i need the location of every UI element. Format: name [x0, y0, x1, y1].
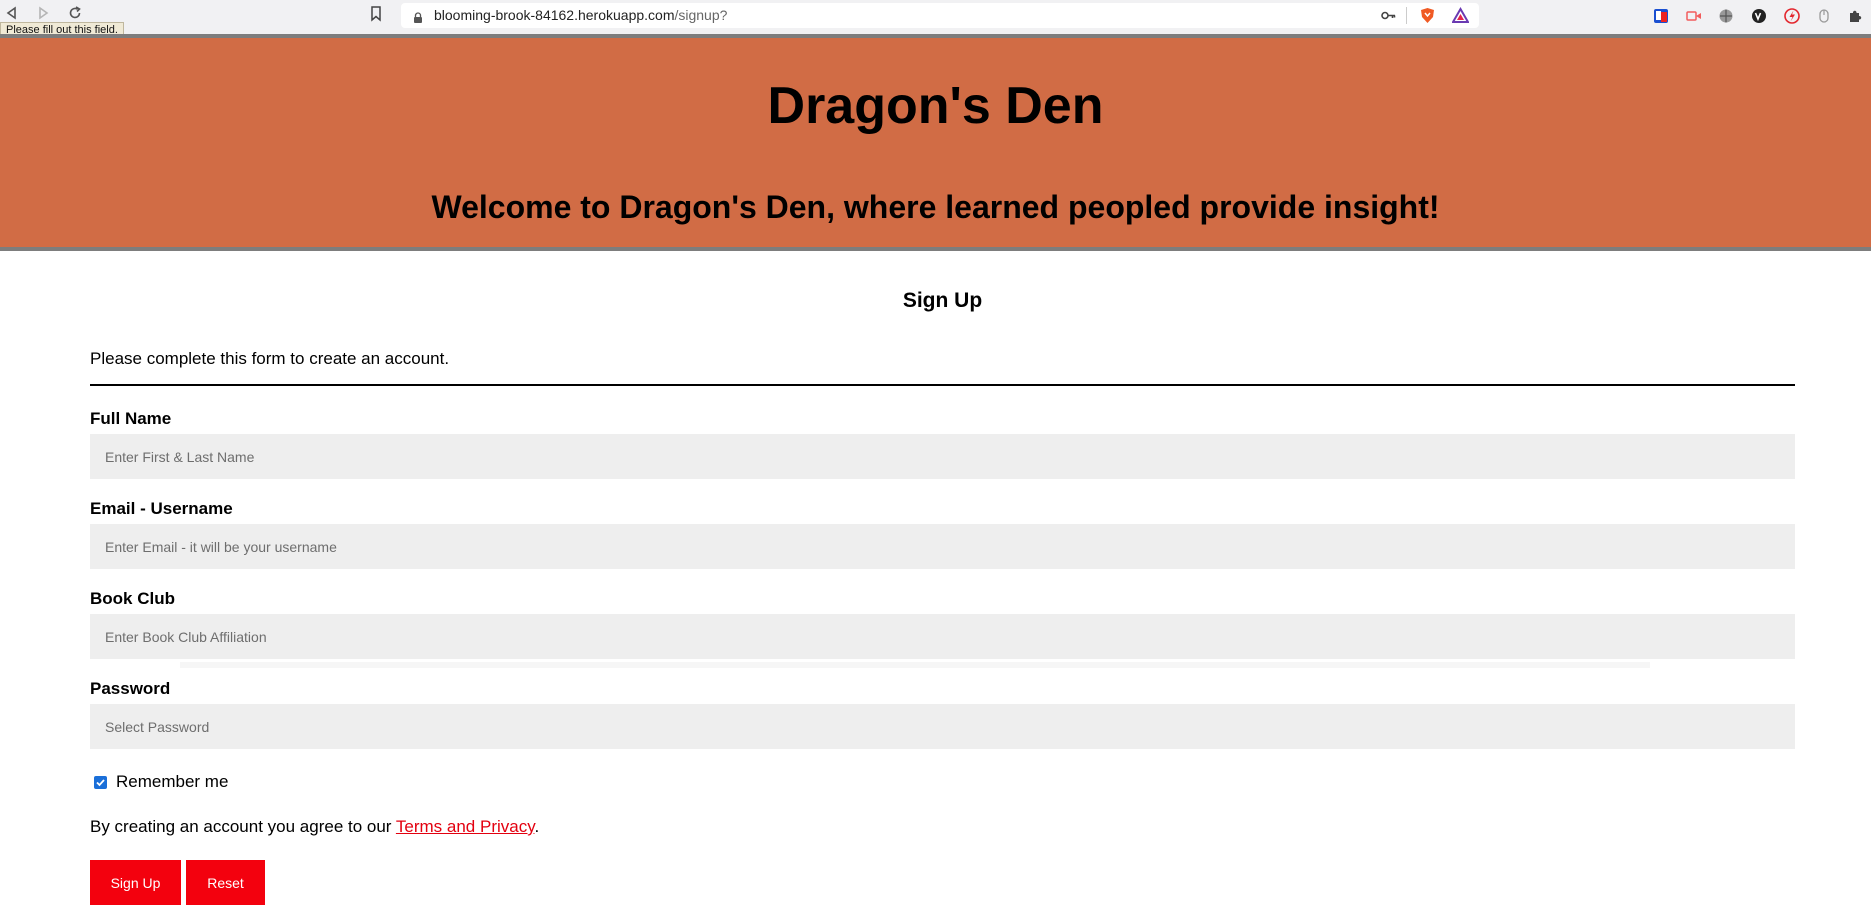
- email-input[interactable]: [90, 524, 1795, 569]
- terms-privacy-link[interactable]: Terms and Privacy: [396, 817, 535, 836]
- book-club-input[interactable]: [90, 614, 1795, 659]
- address-bar[interactable]: blooming-brook-84162.herokuapp.com/signu…: [401, 3, 1479, 28]
- terms-text: By creating an account you agree to our …: [90, 817, 539, 837]
- bottom-shadow: [180, 662, 1650, 668]
- reset-button[interactable]: Reset: [186, 860, 265, 905]
- extension-video-icon[interactable]: [1686, 8, 1702, 24]
- password-label: Password: [90, 679, 171, 698]
- browser-toolbar: blooming-brook-84162.herokuapp.com/signu…: [0, 0, 1871, 40]
- full-name-label: Full Name: [90, 409, 172, 428]
- url-text: blooming-brook-84162.herokuapp.com/signu…: [434, 7, 727, 24]
- extension-globe-icon[interactable]: [1718, 8, 1734, 24]
- divider: [90, 384, 1795, 386]
- password-input[interactable]: [90, 704, 1795, 749]
- form-intro: Please complete this form to create an a…: [90, 349, 450, 368]
- remember-me-checkbox[interactable]: [94, 775, 107, 789]
- bookmark-icon[interactable]: [370, 6, 384, 24]
- terms-suffix: .: [534, 817, 540, 836]
- terms-prefix: By creating an account you agree to our: [90, 817, 396, 836]
- site-subtitle: Welcome to Dragon's Den, where learned p…: [431, 189, 1440, 225]
- email-label: Email - Username: [90, 499, 233, 518]
- remember-me-row: Remember me: [94, 772, 228, 792]
- url-host: blooming-brook-84162.herokuapp.com: [434, 7, 675, 23]
- book-club-label: Book Club: [90, 589, 175, 608]
- brave-rewards-icon[interactable]: [1451, 6, 1470, 24]
- full-name-input[interactable]: [90, 434, 1795, 479]
- lock-icon: [413, 10, 423, 23]
- signup-button[interactable]: Sign Up: [90, 860, 181, 905]
- extensions-puzzle-icon[interactable]: [1847, 8, 1863, 24]
- site-title: Dragon's Den: [767, 77, 1104, 135]
- extension-vpn-icon[interactable]: [1751, 8, 1767, 24]
- remember-me-label: Remember me: [116, 772, 229, 791]
- key-icon[interactable]: [1380, 7, 1397, 24]
- extension-mouse-icon[interactable]: [1816, 8, 1832, 24]
- brave-shield-icon[interactable]: [1419, 7, 1436, 24]
- form-heading: Sign Up: [902, 289, 983, 312]
- extension-translate-icon[interactable]: [1653, 8, 1669, 24]
- extension-flash-icon[interactable]: [1784, 8, 1800, 24]
- checkmark-icon: [96, 778, 105, 786]
- url-path: /signup?: [674, 7, 728, 23]
- site-header: Dragon's Den Welcome to Dragon's Den, wh…: [0, 34, 1871, 251]
- urlbar-divider: [1406, 7, 1407, 24]
